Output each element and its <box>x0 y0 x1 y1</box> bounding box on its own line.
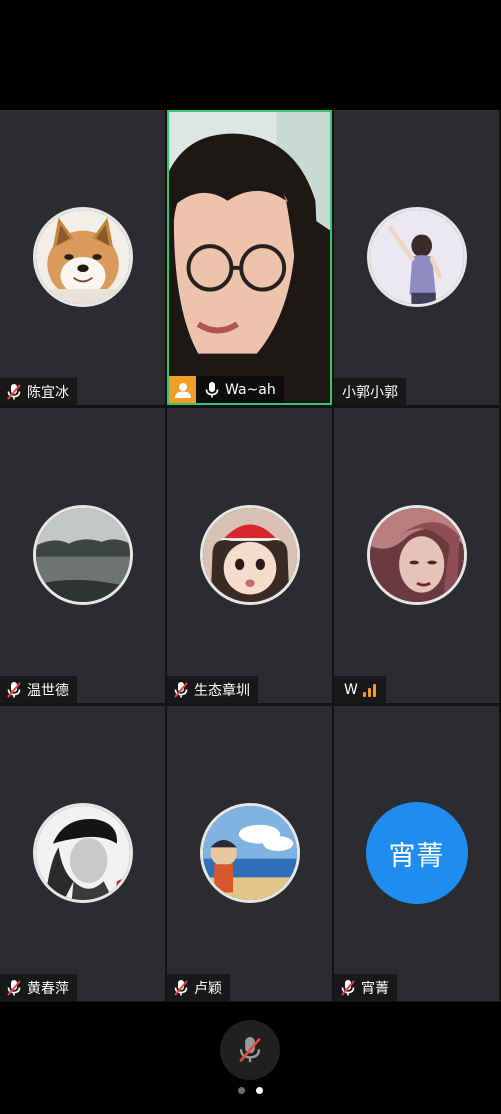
participant-tile[interactable]: 陈宜冰 <box>0 110 165 405</box>
name-label: 卢颖 <box>167 974 230 1001</box>
participant-tile[interactable]: 小郭小郭 <box>334 110 499 405</box>
muted-mic-icon <box>174 979 188 996</box>
muted-mic-icon <box>7 979 21 996</box>
name-label: W <box>334 676 386 703</box>
page-dot[interactable] <box>238 1087 245 1094</box>
muted-mic-icon <box>7 681 21 698</box>
avatar <box>199 803 300 903</box>
weak-signal-icon <box>362 683 378 697</box>
avatar <box>366 207 467 307</box>
participant-name: Wa~ah <box>225 381 276 398</box>
participant-name: 黄春萍 <box>27 980 69 997</box>
video-feed <box>169 112 330 403</box>
participant-grid: 陈宜冰 Wa~ah 小郭小郭 温世德 生态章圳 W 黄春萍 卢颖 宵菁 宵菁 <box>0 110 501 1002</box>
name-label: 陈宜冰 <box>0 378 77 405</box>
participant-tile[interactable]: 生态章圳 <box>167 408 332 703</box>
participant-tile[interactable]: 宵菁 宵菁 <box>334 706 499 1001</box>
participant-tile[interactable]: W <box>334 408 499 703</box>
muted-mic-icon <box>7 383 21 400</box>
mic-toggle-button[interactable] <box>220 1020 280 1080</box>
page-dot[interactable] <box>256 1087 263 1094</box>
muted-mic-icon <box>341 979 355 996</box>
host-icon <box>169 376 196 403</box>
participant-name: 小郭小郭 <box>342 384 398 401</box>
name-label: 宵菁 <box>334 974 397 1001</box>
text-avatar: 宵菁 <box>365 802 468 904</box>
avatar-initials: 宵菁 <box>388 840 445 872</box>
participant-tile[interactable]: 温世德 <box>0 408 165 703</box>
participant-name: W <box>344 681 358 698</box>
name-label: 温世德 <box>0 676 77 703</box>
participant-name: 宵菁 <box>361 980 389 997</box>
avatar <box>32 207 133 307</box>
name-label: 黄春萍 <box>0 974 77 1001</box>
avatar <box>199 505 300 605</box>
participant-name: 卢颖 <box>194 980 222 997</box>
avatar <box>32 505 133 605</box>
participant-tile[interactable]: 黄春萍 <box>0 706 165 1001</box>
participant-name: 生态章圳 <box>194 682 250 699</box>
participant-name: 陈宜冰 <box>27 384 69 401</box>
muted-mic-icon <box>174 681 188 698</box>
name-label: Wa~ah <box>169 376 284 403</box>
participant-tile-active[interactable]: Wa~ah <box>167 110 332 405</box>
avatar <box>366 505 467 605</box>
participant-name: 温世德 <box>27 682 69 699</box>
mic-icon <box>205 381 219 397</box>
name-label: 小郭小郭 <box>334 378 406 405</box>
participant-tile[interactable]: 卢颖 <box>167 706 332 1001</box>
page-indicator[interactable] <box>0 1087 501 1095</box>
muted-mic-icon <box>239 1037 261 1063</box>
name-label: 生态章圳 <box>167 676 258 703</box>
avatar <box>32 803 133 903</box>
